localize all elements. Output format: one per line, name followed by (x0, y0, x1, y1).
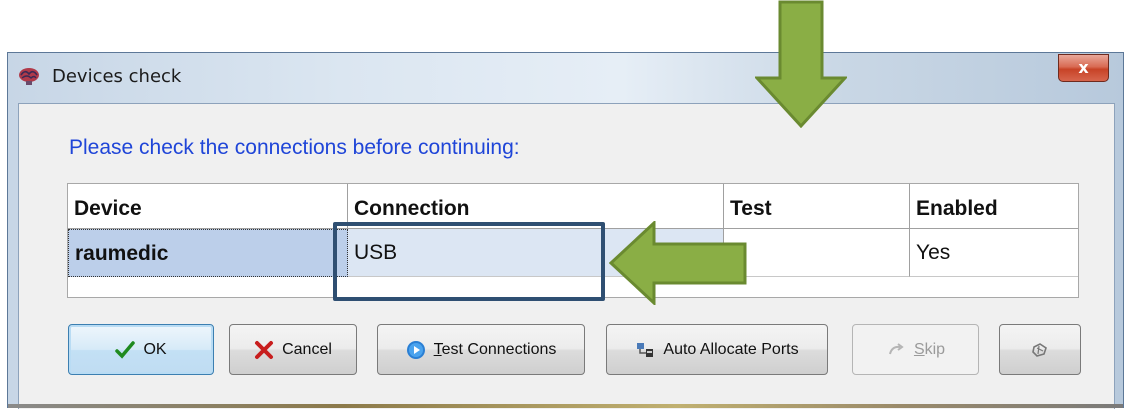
connection-highlight-box (333, 222, 605, 301)
close-icon: x (1078, 58, 1089, 77)
skip-arrow-icon (888, 342, 904, 354)
cell-enabled[interactable]: Yes (910, 229, 1078, 277)
title-bar[interactable]: Devices check x (8, 53, 1123, 101)
x-cross-icon (255, 340, 274, 359)
close-button[interactable]: x (1058, 54, 1109, 82)
test-connections-button[interactable]: Test Connections (377, 324, 585, 375)
ok-button[interactable]: OK (68, 324, 214, 375)
cell-test[interactable] (724, 229, 910, 277)
cancel-button[interactable]: Cancel (229, 324, 357, 375)
window-bottom-frame (8, 404, 1123, 408)
auto-allocate-ports-button[interactable]: Auto Allocate Ports (606, 324, 828, 375)
test-connections-label: Test Connections (433, 340, 557, 358)
cell-device[interactable]: raumedic (68, 229, 348, 277)
auto-allocate-label: Auto Allocate Ports (663, 340, 799, 358)
cancel-label: Cancel (282, 340, 332, 358)
app-brain-icon (19, 68, 39, 85)
extra-options-button[interactable] (999, 324, 1081, 375)
instruction-text: Please check the connections before cont… (69, 136, 520, 159)
window-title: Devices check (52, 66, 182, 87)
skip-button[interactable]: Skip (852, 324, 979, 375)
column-header-test[interactable]: Test (724, 184, 910, 229)
skip-label: Skip (913, 340, 946, 358)
ok-label: OK (143, 340, 167, 358)
column-header-enabled[interactable]: Enabled (910, 184, 1078, 229)
gear-puzzle-icon (1032, 342, 1047, 357)
left-arrow-annotation (609, 221, 747, 305)
down-arrow-annotation (755, 0, 847, 128)
checkmark-icon (115, 340, 136, 359)
column-header-device[interactable]: Device (68, 184, 348, 229)
play-circle-icon (406, 340, 425, 359)
ports-network-icon (637, 342, 654, 357)
